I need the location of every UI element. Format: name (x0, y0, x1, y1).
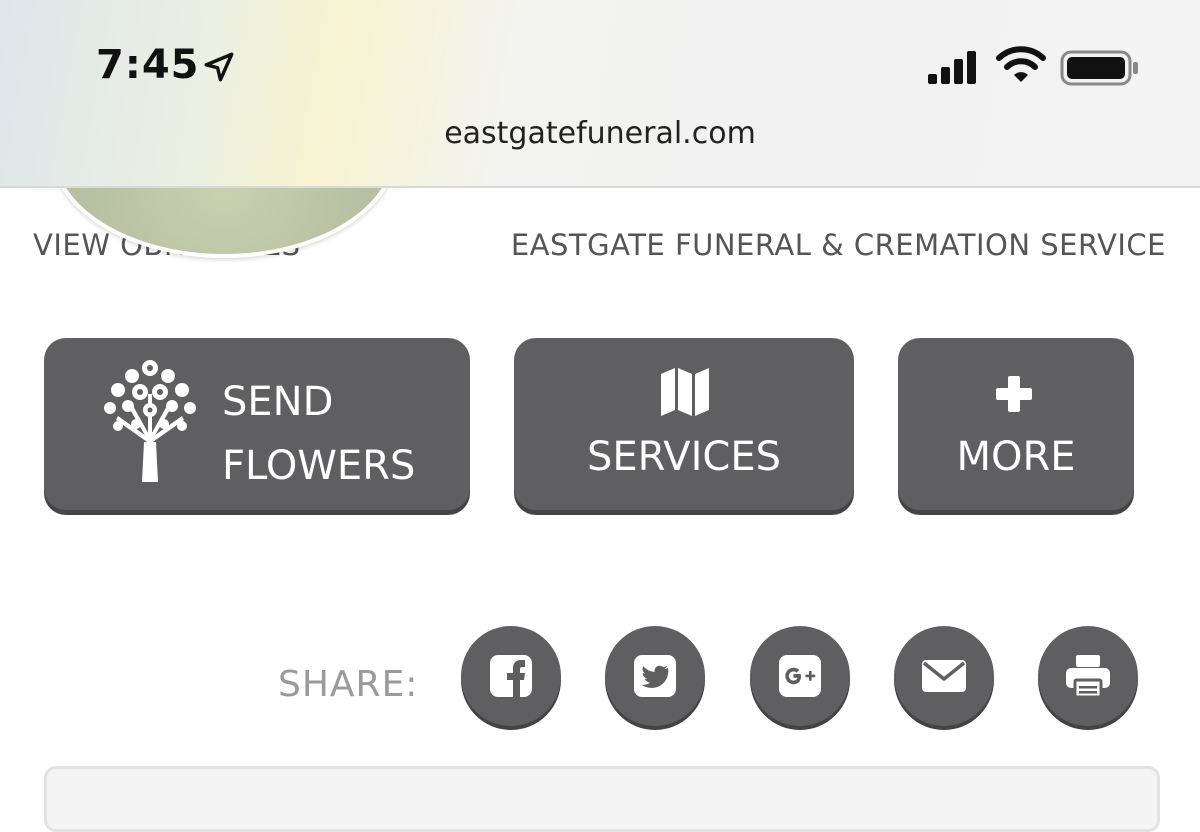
send-flowers-line1: SEND (222, 379, 334, 425)
funeral-home-link[interactable]: EASTGATE FUNERAL & CREMATION SERVICE (511, 228, 1166, 262)
wifi-icon (996, 46, 1046, 82)
share-email-button[interactable] (894, 626, 994, 726)
content-panel (44, 766, 1160, 832)
cellular-signal-icon (928, 51, 976, 84)
address-bar-url[interactable]: eastgatefuneral.com (0, 116, 1200, 151)
share-print-button[interactable] (1038, 626, 1138, 726)
share-label: SHARE: (278, 664, 419, 705)
share-facebook-button[interactable] (461, 626, 561, 726)
twitter-icon (634, 655, 676, 697)
more-label: MORE (956, 434, 1076, 480)
clock-time: 7:45 (96, 42, 200, 88)
more-button[interactable]: MORE (898, 338, 1134, 510)
browser-status-bar: 7:45 eastgatefuneral.com (0, 0, 1200, 188)
google-plus-icon (779, 655, 821, 697)
flower-bouquet-icon (104, 360, 196, 482)
share-google-plus-button[interactable] (750, 626, 850, 726)
facebook-icon (490, 655, 532, 697)
map-icon (661, 368, 709, 416)
location-arrow-icon (204, 52, 234, 82)
share-twitter-button[interactable] (605, 626, 705, 726)
services-button[interactable]: SERVICES (514, 338, 854, 510)
print-icon (1066, 655, 1110, 699)
send-flowers-line2: FLOWERS (222, 443, 416, 489)
battery-icon (1060, 50, 1138, 86)
plus-icon (996, 376, 1032, 412)
services-label: SERVICES (586, 434, 782, 480)
send-flowers-label: SEND FLOWERS (222, 370, 415, 498)
send-flowers-button[interactable]: SEND FLOWERS (44, 338, 470, 510)
email-icon (922, 660, 966, 692)
